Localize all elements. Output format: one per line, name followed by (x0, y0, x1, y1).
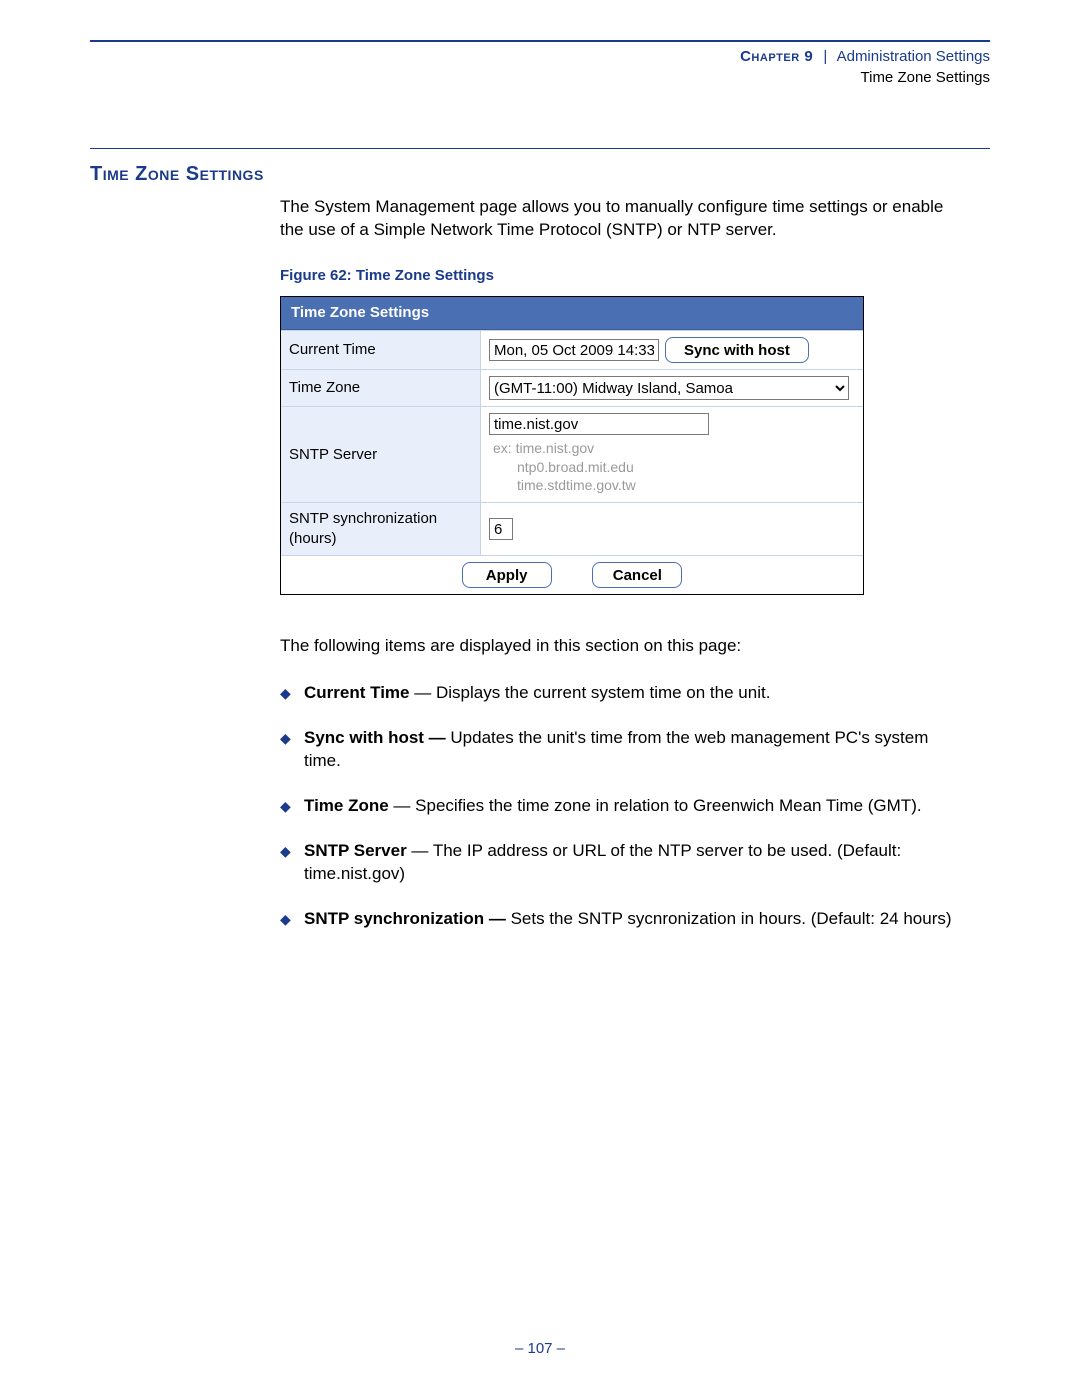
item-term: SNTP synchronization — (304, 909, 511, 928)
item-desc: Specifies the time zone in relation to G… (415, 796, 921, 815)
header-subsection: Time Zone Settings (90, 67, 990, 88)
current-time-input[interactable] (489, 339, 659, 361)
item-desc: Sets the SNTP sycnronization in hours. (… (511, 909, 952, 928)
panel-grid: Current Time Sync with host Time Zone (G… (281, 330, 863, 555)
header-separator: | (823, 48, 827, 65)
time-zone-select[interactable]: (GMT-11:00) Midway Island, Samoa (489, 376, 849, 400)
body-column: The System Management page allows you to… (280, 196, 960, 931)
page-number: – 107 – (0, 1340, 1080, 1357)
header-section-title: Administration Settings (837, 48, 990, 65)
list-item: SNTP synchronization — Sets the SNTP syc… (280, 908, 960, 931)
value-current-time: Sync with host (481, 330, 863, 369)
label-current-time: Current Time (281, 330, 481, 369)
header-line-1: Chapter 9 | Administration Settings (90, 46, 990, 67)
sntp-sync-hours-input[interactable] (489, 518, 513, 540)
document-page: Chapter 9 | Administration Settings Time… (0, 0, 1080, 1397)
item-dash: — (410, 683, 436, 702)
label-sntp-sync: SNTP synchronization (hours) (281, 502, 481, 556)
sync-with-host-button[interactable]: Sync with host (665, 337, 809, 363)
panel-footer: Apply Cancel (281, 555, 863, 594)
apply-button[interactable]: Apply (462, 562, 552, 588)
value-sntp-server: ex: time.nist.gov ntp0.broad.mit.edu tim… (481, 406, 863, 502)
figure-caption: Figure 62: Time Zone Settings (280, 266, 960, 286)
sntp-example-text: ex: time.nist.gov ntp0.broad.mit.edu tim… (489, 439, 859, 494)
time-zone-settings-panel: Time Zone Settings Current Time Sync wit… (280, 296, 864, 595)
items-lead-text: The following items are displayed in thi… (280, 635, 960, 658)
list-item: SNTP Server — The IP address or URL of t… (280, 840, 960, 886)
content-area: Time Zone Settings The System Management… (90, 148, 990, 931)
intro-paragraph: The System Management page allows you to… (280, 196, 960, 242)
item-dash: — (407, 841, 433, 860)
item-dash: — (389, 796, 415, 815)
sntp-example-line2: ntp0.broad.mit.edu (493, 458, 859, 476)
label-time-zone: Time Zone (281, 369, 481, 406)
item-term: Sync with host — (304, 728, 450, 747)
cancel-button[interactable]: Cancel (592, 562, 682, 588)
label-sntp-server: SNTP Server (281, 406, 481, 502)
item-term: Time Zone (304, 796, 389, 815)
section-title: Time Zone Settings (90, 163, 990, 186)
sntp-server-input[interactable] (489, 413, 709, 435)
panel-titlebar: Time Zone Settings (281, 297, 863, 330)
sntp-example-line3: time.stdtime.gov.tw (493, 476, 859, 494)
value-time-zone: (GMT-11:00) Midway Island, Samoa (481, 369, 863, 406)
item-desc: Displays the current system time on the … (436, 683, 770, 702)
running-header: Chapter 9 | Administration Settings Time… (90, 46, 990, 88)
item-term: SNTP Server (304, 841, 407, 860)
sntp-example-line1: ex: time.nist.gov (493, 440, 594, 456)
section-rule (90, 148, 990, 149)
value-sntp-sync (481, 502, 863, 556)
chapter-label: Chapter 9 (740, 48, 813, 65)
items-list: Current Time — Displays the current syst… (280, 682, 960, 931)
list-item: Sync with host — Updates the unit's time… (280, 727, 960, 773)
list-item: Time Zone — Specifies the time zone in r… (280, 795, 960, 818)
header-rule (90, 40, 990, 42)
item-term: Current Time (304, 683, 410, 702)
list-item: Current Time — Displays the current syst… (280, 682, 960, 705)
